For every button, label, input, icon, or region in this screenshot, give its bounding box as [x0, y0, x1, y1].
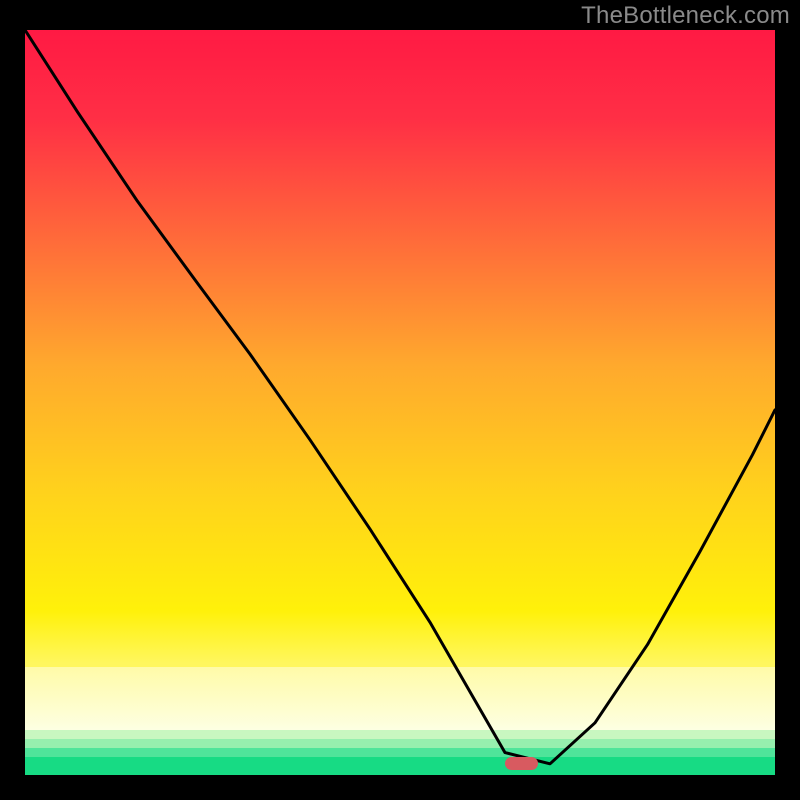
bottleneck-curve — [25, 30, 775, 775]
optimum-marker — [505, 757, 539, 770]
outer-frame: TheBottleneck.com — [0, 0, 800, 800]
plot-area — [25, 30, 775, 775]
watermark-text: TheBottleneck.com — [581, 2, 790, 30]
